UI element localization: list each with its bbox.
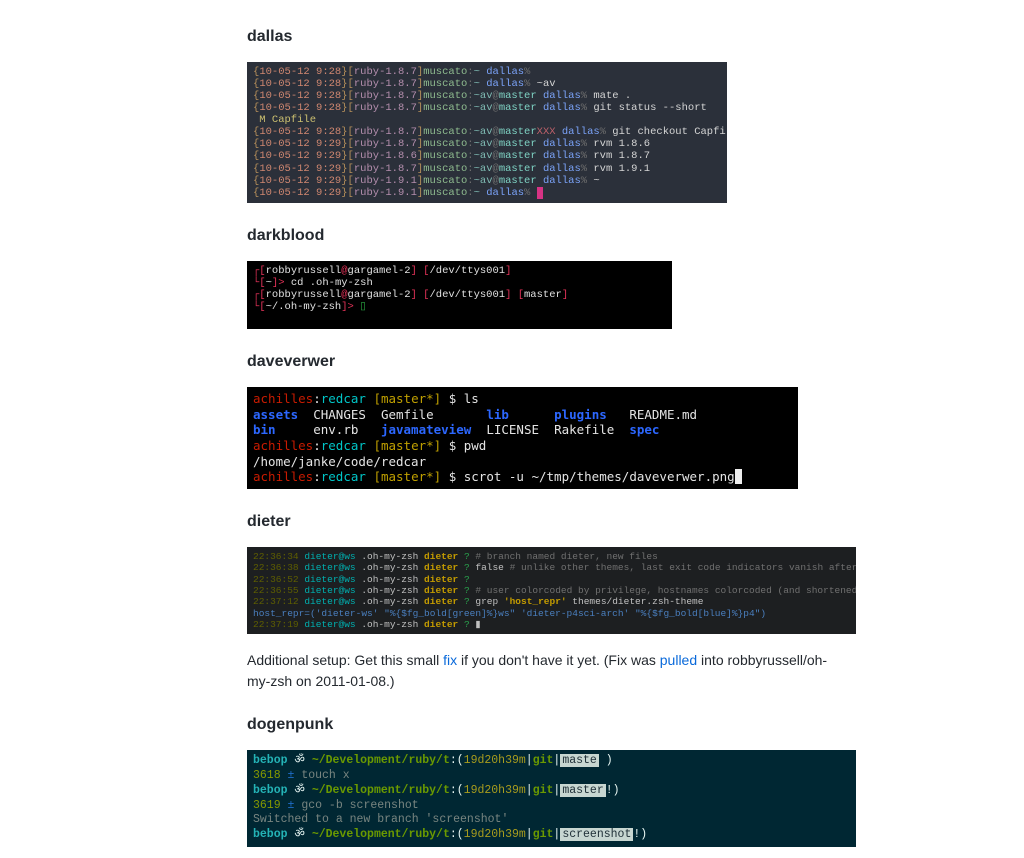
link-pulled[interactable]: pulled <box>660 652 697 668</box>
link-fix[interactable]: fix <box>443 652 457 668</box>
heading-dogenpunk: dogenpunk <box>247 716 847 734</box>
terminal-dieter: 22:36:34 dieter@ws .oh-my-zsh dieter ? #… <box>247 547 856 635</box>
heading-daveverwer: daveverwer <box>247 353 847 371</box>
heading-darkblood: darkblood <box>247 227 847 245</box>
terminal-dogenpunk: bebop ॐ ~/Development/ruby/t:(19d20h39m|… <box>247 750 856 846</box>
heading-dieter: dieter <box>247 513 847 531</box>
terminal-daveverwer: achilles:redcar [master*] $ ls assets CH… <box>247 387 798 489</box>
dieter-note: Additional setup: Get this small fix if … <box>247 650 847 692</box>
terminal-darkblood: ┌[robbyrussell@gargamel-2] [/dev/ttys001… <box>247 261 672 329</box>
heading-dallas: dallas <box>247 28 847 46</box>
terminal-dallas: {10-05-12 9:28}[ruby-1.8.7]muscato:~ dal… <box>247 62 727 203</box>
